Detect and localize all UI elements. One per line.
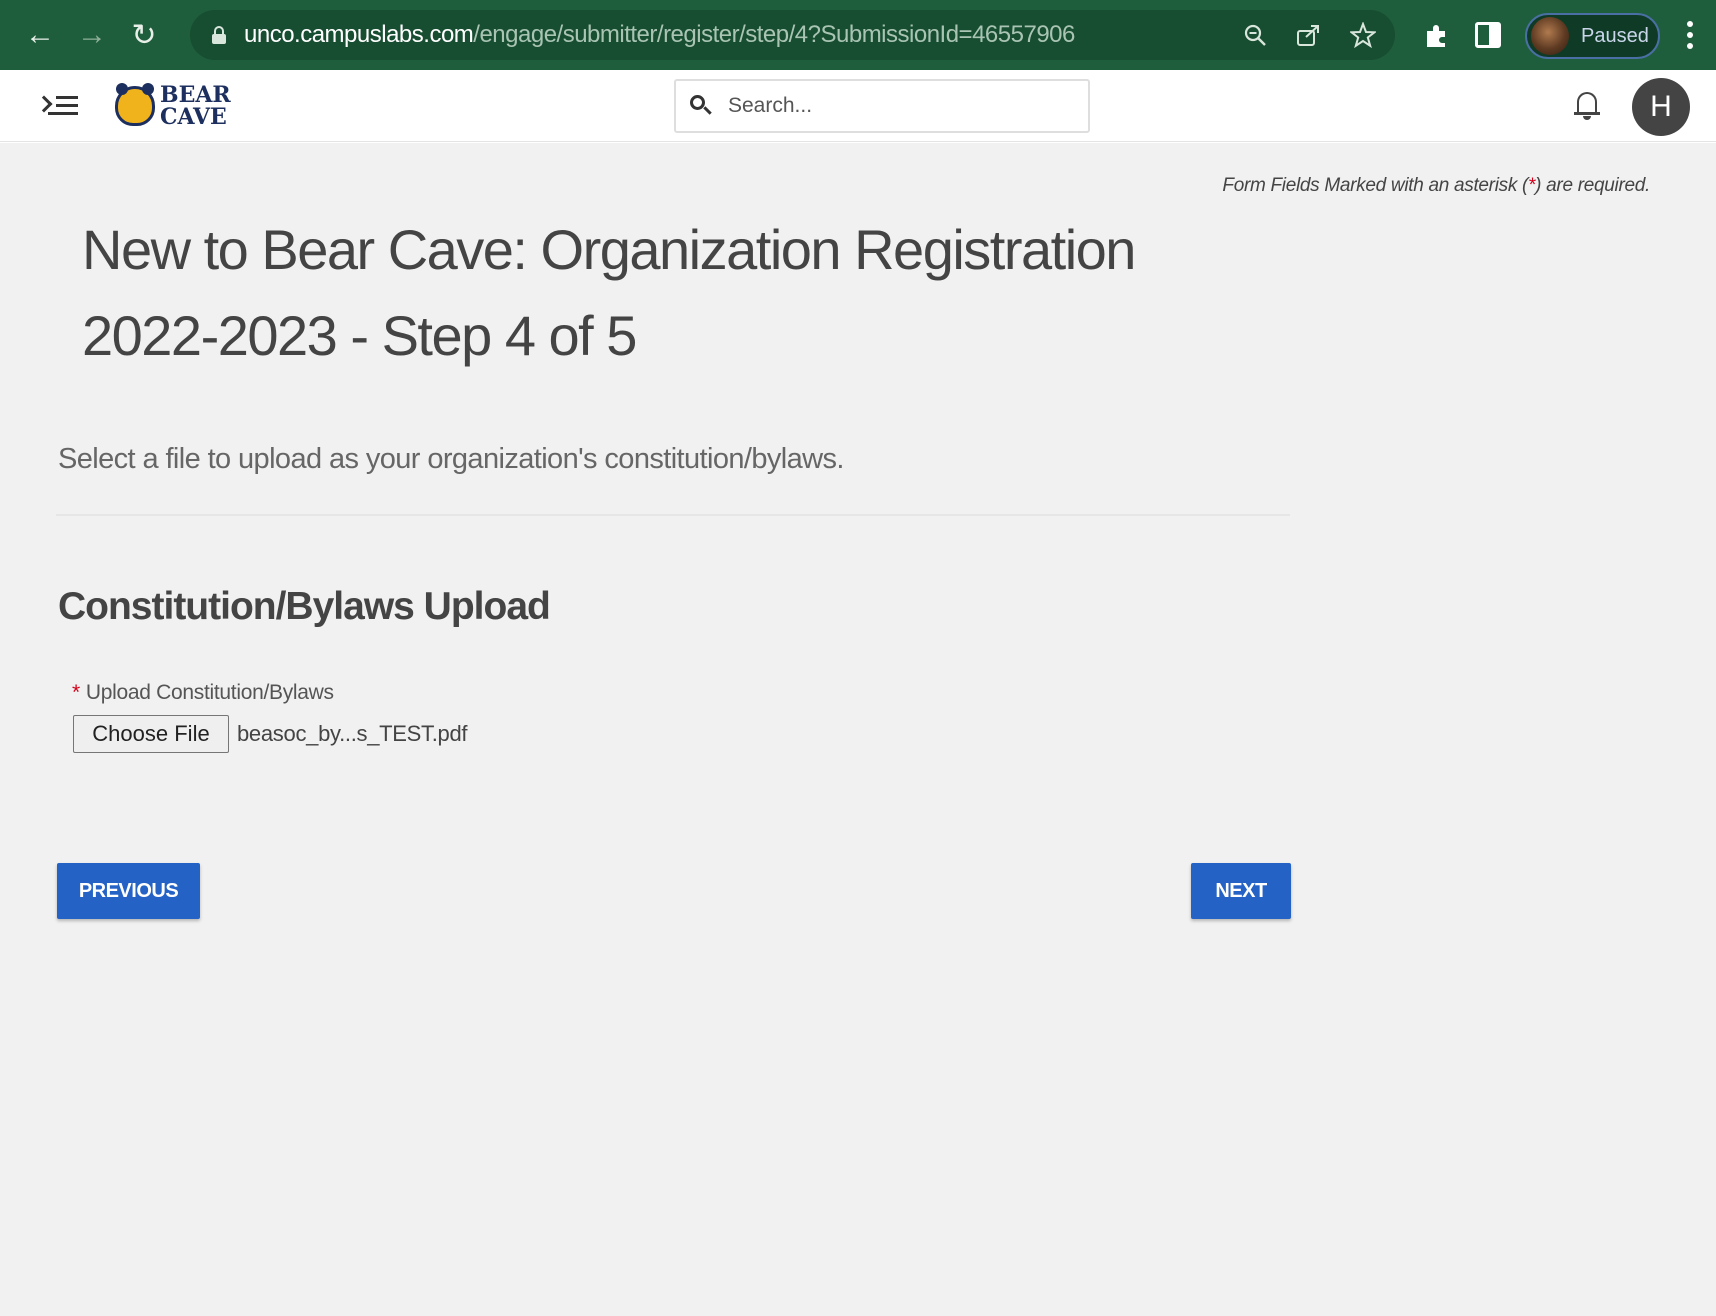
upload-field-label-text: Upload Constitution/Bylaws — [85, 681, 334, 704]
bell-icon[interactable] — [1573, 90, 1601, 122]
required-asterisk: * — [72, 681, 80, 704]
main-content: Form Fields Marked with an asterisk ( * ) … — [0, 143, 1716, 1316]
menu-dots-icon[interactable] — [1680, 18, 1700, 52]
page-title: New to Bear Cave: Organization Registrat… — [82, 218, 1136, 367]
puzzle-icon[interactable] — [1420, 18, 1454, 52]
logo-text: BEAR CAVE — [160, 84, 231, 128]
logo-line-2: CAVE — [160, 104, 227, 130]
profile-avatar — [1531, 17, 1569, 55]
url-text[interactable]: unco.campuslabs.com/engage/submitter/reg… — [244, 21, 1075, 49]
share-icon[interactable] — [1295, 21, 1323, 49]
url-host: unco.campuslabs.com — [244, 21, 474, 48]
next-button[interactable]: NEXT — [1191, 863, 1291, 919]
address-bar[interactable]: unco.campuslabs.com/engage/submitter/reg… — [190, 10, 1395, 60]
previous-button[interactable]: PREVIOUS — [57, 863, 200, 919]
search-box[interactable] — [674, 79, 1090, 133]
bear-cave-logo[interactable]: BEAR CAVE — [115, 82, 231, 130]
side-panel-icon[interactable] — [1475, 22, 1501, 48]
profile-status-label: Paused — [1581, 24, 1649, 47]
lock-icon[interactable] — [212, 26, 226, 44]
reload-icon[interactable]: ↻ — [118, 9, 170, 61]
upload-field-label: * Upload Constitution/Bylaws — [72, 681, 334, 705]
profile-button[interactable]: Paused — [1525, 13, 1660, 59]
section-divider — [56, 514, 1290, 516]
menu-toggle-icon[interactable] — [35, 92, 78, 120]
file-upload-control: Choose File beasoc_by...s_TEST.pdf — [73, 715, 468, 753]
search-input[interactable] — [728, 94, 1048, 118]
browser-toolbar: ← → ↻ unco.campuslabs.com/engage/submitt… — [0, 0, 1716, 70]
back-arrow-icon[interactable]: ← — [14, 9, 66, 61]
bear-mascot-icon — [115, 83, 155, 126]
url-path: /engage/submitter/register/step/4?Submis… — [473, 21, 1075, 48]
zoom-icon[interactable] — [1241, 21, 1269, 49]
search-icon — [690, 95, 712, 117]
star-icon[interactable] — [1349, 21, 1377, 49]
required-note-prefix: Form Fields Marked with an asterisk ( — [1222, 175, 1529, 196]
logo-line-1: BEAR — [160, 82, 231, 108]
selected-file-name: beasoc_by...s_TEST.pdf — [237, 721, 468, 746]
page-instructions: Select a file to upload as your organiza… — [58, 443, 844, 475]
forward-arrow-icon[interactable]: → — [66, 9, 118, 61]
required-note-suffix: ) are required. — [1535, 175, 1650, 196]
user-avatar[interactable]: H — [1632, 78, 1690, 136]
section-title: Constitution/Bylaws Upload — [58, 585, 551, 628]
choose-file-button[interactable]: Choose File — [73, 715, 229, 753]
required-fields-note: Form Fields Marked with an asterisk (*) … — [1222, 175, 1650, 197]
app-header: BEAR CAVE H — [0, 70, 1716, 142]
